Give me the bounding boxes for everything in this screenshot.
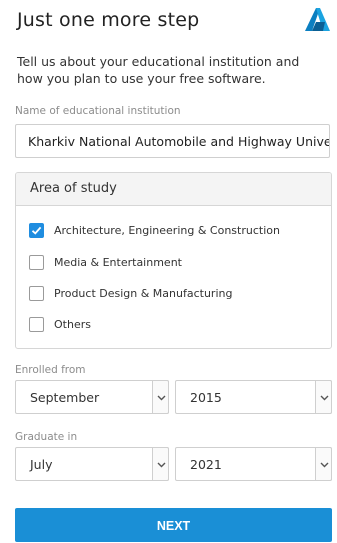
checkmark-icon xyxy=(31,226,42,235)
enrolled-label: Enrolled from xyxy=(15,364,86,376)
area-of-study-title: Area of study xyxy=(30,181,117,196)
institution-input[interactable]: Kharkiv National Automobile and Highway … xyxy=(15,124,330,158)
checkbox[interactable] xyxy=(29,286,44,301)
checkbox[interactable] xyxy=(29,317,44,332)
graduate-year-select[interactable]: 2021 xyxy=(175,447,332,481)
intro-text: Tell us about your educational instituti… xyxy=(17,54,300,86)
enrolled-year-select[interactable]: 2015 xyxy=(175,380,332,414)
page-title: Just one more step xyxy=(17,9,200,31)
institution-value: Kharkiv National Automobile and Highway … xyxy=(28,134,330,149)
chevron-down-icon[interactable] xyxy=(315,380,332,414)
area-of-study-panel: Area of study Architecture, Engineering … xyxy=(15,172,332,349)
option-label: Product Design & Manufacturing xyxy=(54,287,233,300)
area-of-study-header: Area of study xyxy=(16,173,331,206)
graduate-year-value: 2021 xyxy=(190,457,222,472)
graduate-label: Graduate in xyxy=(15,431,78,443)
option-label: Media & Entertainment xyxy=(54,256,182,269)
chevron-down-icon[interactable] xyxy=(152,380,169,414)
graduate-month-value: July xyxy=(30,457,53,472)
checkbox-checked[interactable] xyxy=(29,223,44,238)
option-label: Others xyxy=(54,318,91,331)
enrolled-year-value: 2015 xyxy=(190,390,222,405)
chevron-down-icon[interactable] xyxy=(315,447,332,481)
graduate-month-select[interactable]: July xyxy=(15,447,169,481)
checkbox[interactable] xyxy=(29,255,44,270)
enrolled-month-value: September xyxy=(30,390,100,405)
option-label: Architecture, Engineering & Construction xyxy=(54,224,280,237)
institution-label: Name of educational institution xyxy=(15,105,181,117)
chevron-down-icon[interactable] xyxy=(152,447,169,481)
enrolled-month-select[interactable]: September xyxy=(15,380,169,414)
autodesk-logo-icon xyxy=(303,5,331,33)
